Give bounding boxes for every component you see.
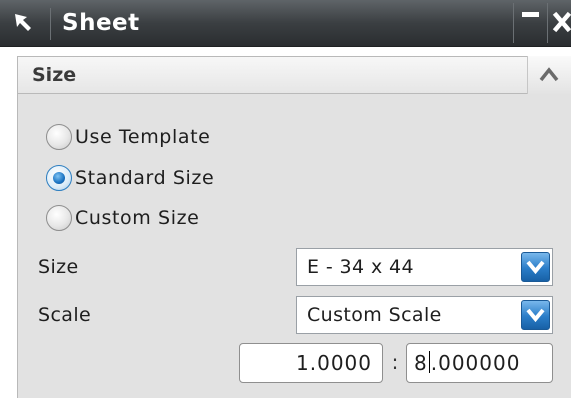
radio-option-standard-size[interactable]: Standard Size: [46, 163, 214, 193]
dialog-title: Sheet: [62, 10, 140, 36]
select-arrow-icon[interactable]: [12, 11, 38, 37]
close-button[interactable]: [547, 3, 571, 43]
radio-selected-dot: [53, 172, 65, 184]
radio-option-custom-size[interactable]: Custom Size: [46, 203, 199, 233]
dropdown-arrow-icon[interactable]: [521, 300, 550, 330]
sheet-dialog: Sheet Size Use Template Standard Size Cu…: [0, 0, 571, 398]
use-template-radio[interactable]: [46, 124, 72, 150]
close-icon: [552, 11, 571, 33]
custom-size-label: Custom Size: [75, 207, 200, 229]
minimize-button[interactable]: [513, 3, 547, 43]
radio-option-use-template[interactable]: Use Template: [46, 122, 210, 152]
section-title: Size: [32, 64, 77, 86]
standard-size-radio[interactable]: [46, 165, 72, 191]
scale-denominator-input[interactable]: 8.000000: [406, 343, 553, 383]
text-caret: [428, 351, 430, 373]
standard-size-label: Standard Size: [75, 167, 215, 189]
scale-ratio-separator: :: [391, 350, 399, 374]
title-separator: [50, 8, 51, 40]
minimize-icon: [522, 12, 539, 17]
scale-dropdown[interactable]: Custom Scale: [296, 296, 553, 334]
title-bar[interactable]: Sheet: [0, 0, 571, 47]
collapse-section-button[interactable]: [527, 56, 571, 94]
scale-dropdown-value: Custom Scale: [307, 304, 442, 326]
scale-numerator-input[interactable]: 1.0000: [239, 343, 383, 383]
use-template-label: Use Template: [75, 126, 211, 148]
size-label: Size: [38, 256, 79, 278]
scale-label: Scale: [38, 304, 92, 326]
chevron-up-icon: [539, 67, 559, 82]
denominator-text-before-caret: 8: [414, 351, 428, 375]
dropdown-arrow-icon[interactable]: [521, 252, 550, 282]
custom-size-radio[interactable]: [46, 205, 72, 231]
size-section-header[interactable]: Size: [17, 56, 571, 94]
size-dropdown[interactable]: E - 34 x 44: [296, 248, 553, 286]
denominator-text-after-caret: .000000: [430, 351, 521, 375]
size-dropdown-value: E - 34 x 44: [307, 256, 415, 278]
